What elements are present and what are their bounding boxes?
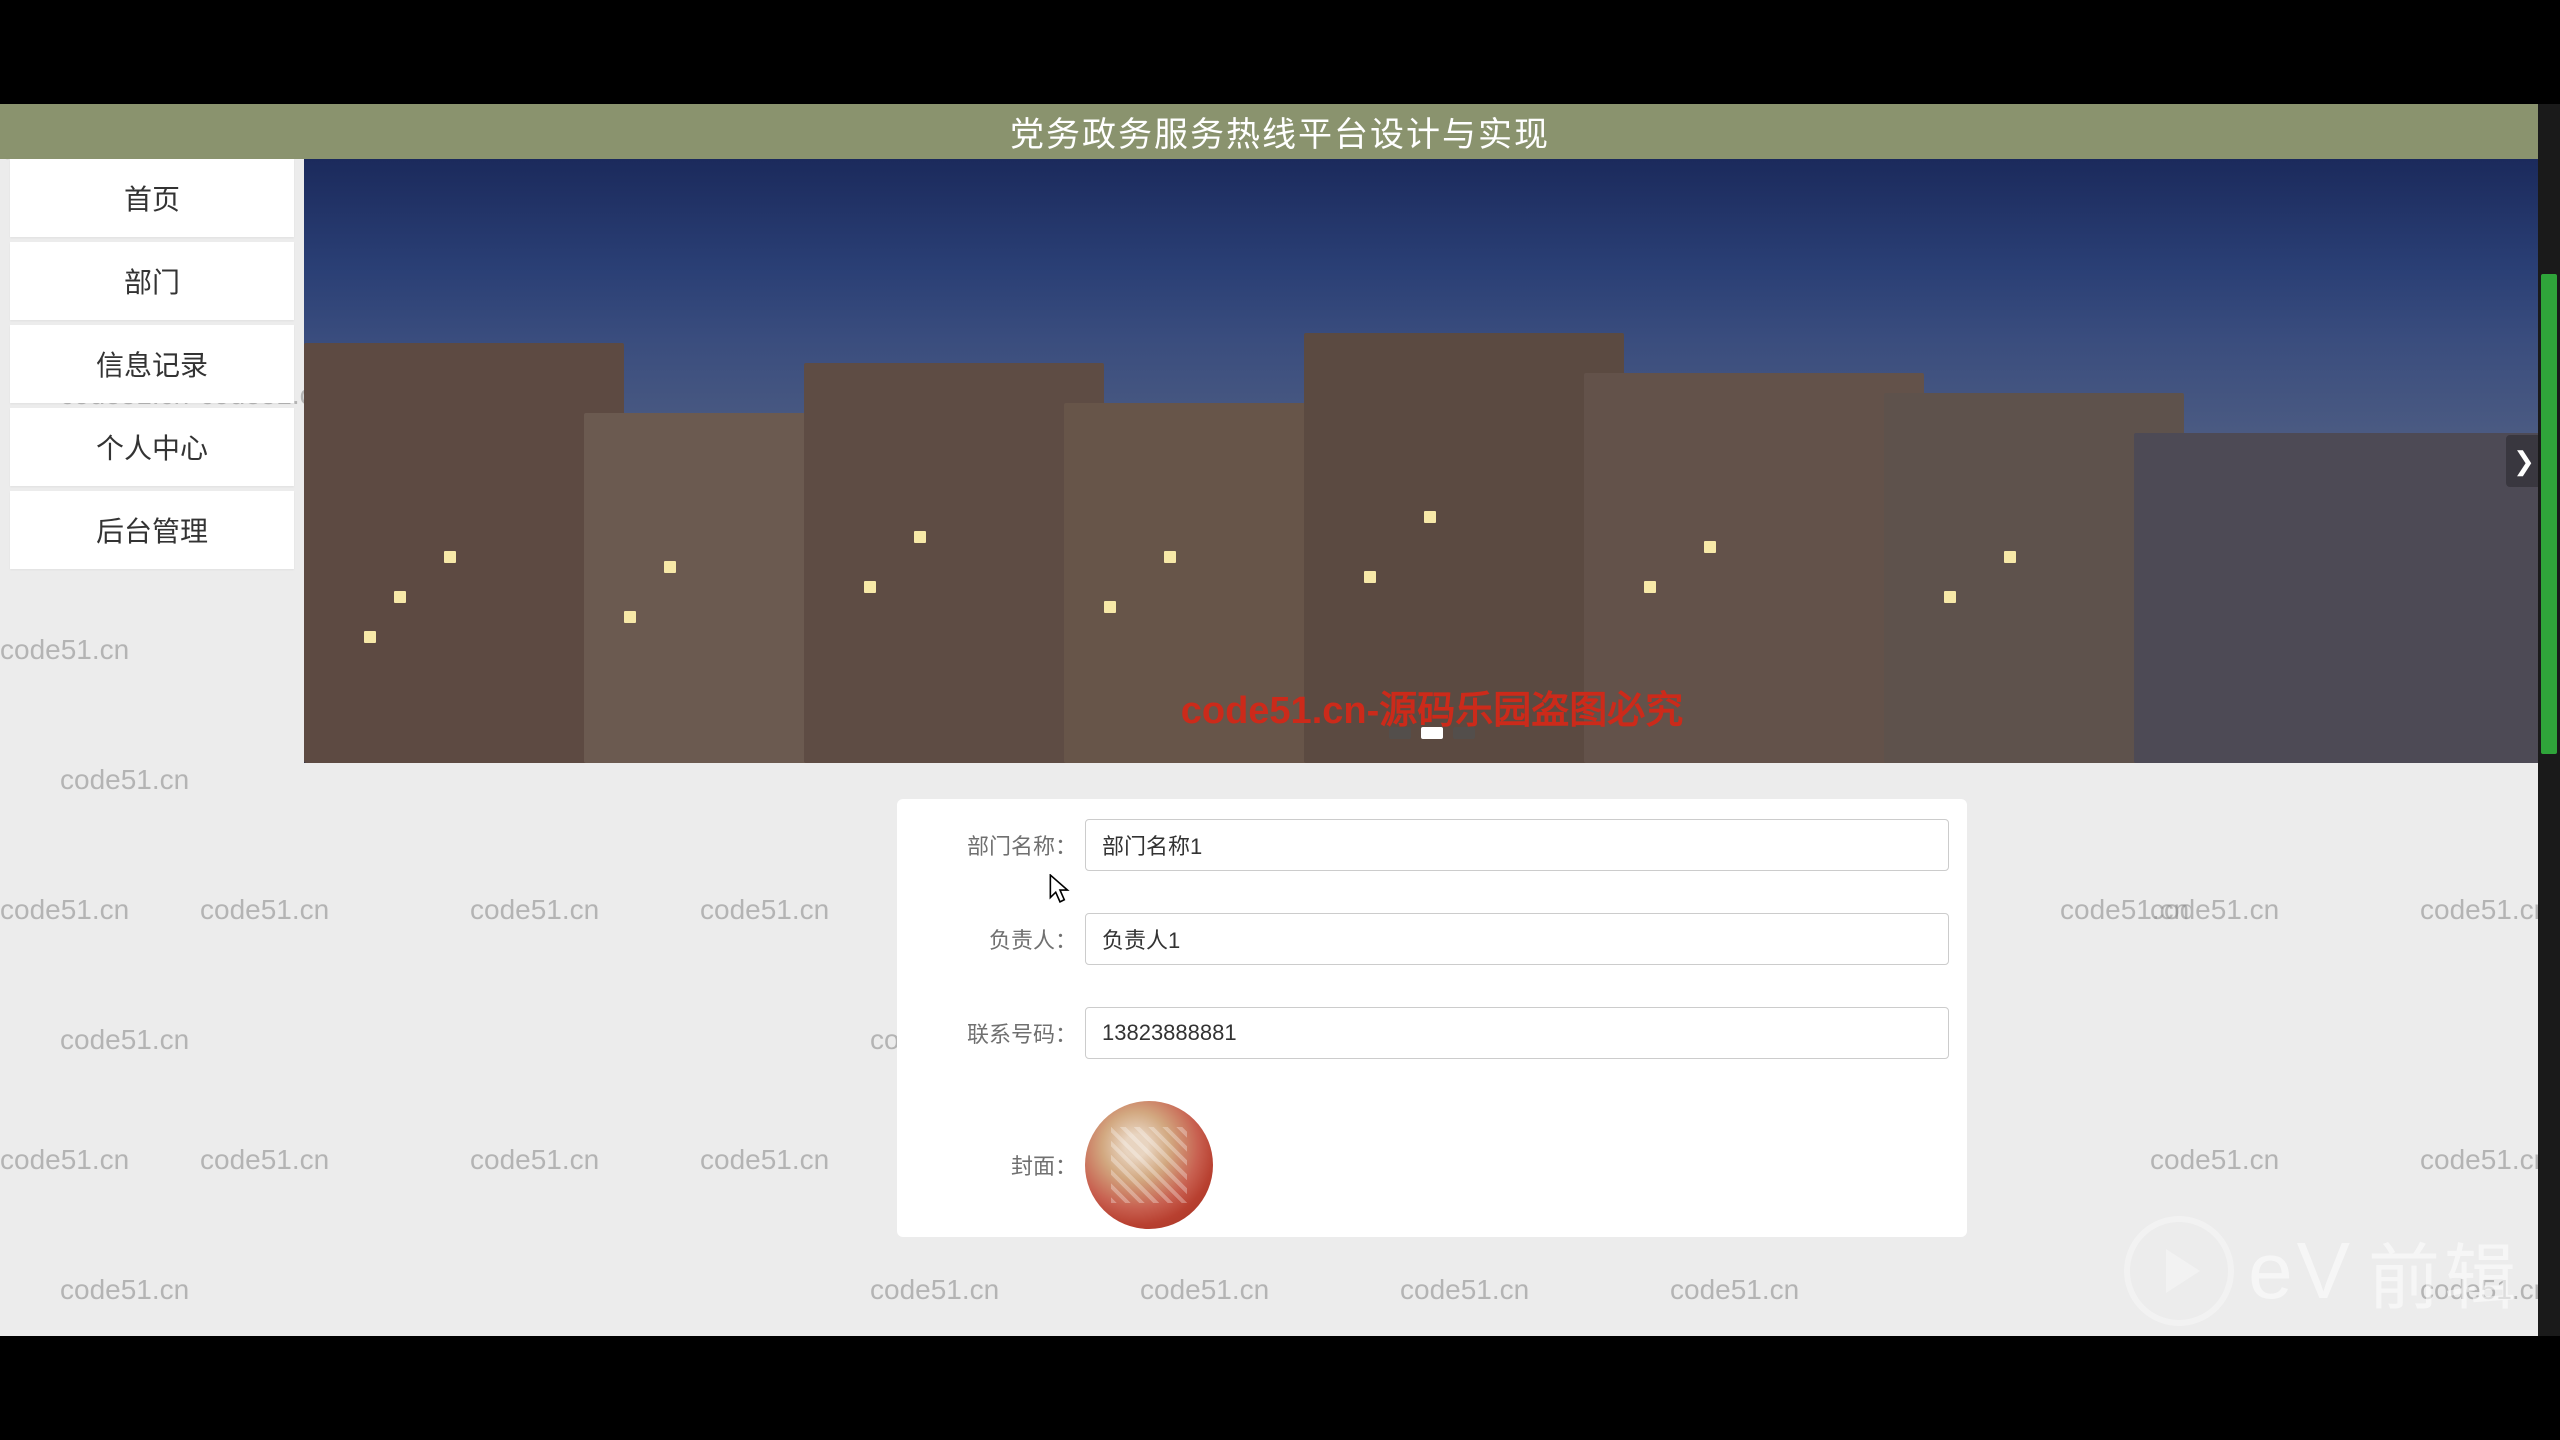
sidebar: 首页 部门 信息记录 个人中心 后台管理 bbox=[0, 159, 304, 1237]
carousel-dot-1[interactable] bbox=[1421, 727, 1443, 739]
carousel-dot-2[interactable] bbox=[1453, 727, 1475, 739]
scrollbar[interactable] bbox=[2538, 104, 2560, 1336]
sidebar-item-label: 首页 bbox=[124, 178, 180, 218]
cover-thumbnail[interactable] bbox=[1085, 1101, 1213, 1229]
sidebar-item-profile[interactable]: 个人中心 bbox=[10, 408, 294, 486]
dept-form-card: 部门名称： 负责人： 联系号码： 封面： bbox=[897, 799, 1967, 1237]
phone-input[interactable] bbox=[1085, 1007, 1949, 1059]
cover-label: 封面： bbox=[915, 1101, 1085, 1181]
sidebar-item-label: 信息记录 bbox=[96, 344, 208, 384]
sidebar-item-dept[interactable]: 部门 bbox=[10, 242, 294, 320]
sidebar-item-admin[interactable]: 后台管理 bbox=[10, 491, 294, 569]
sidebar-item-label: 部门 bbox=[124, 261, 180, 301]
chevron-right-icon: ❯ bbox=[2513, 446, 2535, 477]
dept-name-label: 部门名称： bbox=[915, 829, 1085, 861]
hero-banner: code51.cn-源码乐园盗图必究 ❯ bbox=[304, 159, 2560, 763]
scrollbar-thumb[interactable] bbox=[2541, 274, 2557, 754]
carousel-dot-0[interactable] bbox=[1389, 727, 1411, 739]
sidebar-item-label: 后台管理 bbox=[96, 510, 208, 550]
sidebar-item-records[interactable]: 信息记录 bbox=[10, 325, 294, 403]
banner-caption: code51.cn-源码乐园盗图必究 bbox=[1181, 679, 1684, 734]
owner-input[interactable] bbox=[1085, 913, 1949, 965]
phone-label: 联系号码： bbox=[915, 1017, 1085, 1049]
app-header: 党务政务服务热线平台设计与实现 bbox=[0, 104, 2560, 159]
sidebar-item-home[interactable]: 首页 bbox=[10, 159, 294, 237]
sidebar-item-label: 个人中心 bbox=[96, 427, 208, 467]
main-content: code51.cn-源码乐园盗图必究 ❯ 部门名称： 负责人： bbox=[304, 159, 2560, 1237]
carousel-next-button[interactable]: ❯ bbox=[2506, 435, 2542, 487]
owner-label: 负责人： bbox=[915, 923, 1085, 955]
carousel-dots bbox=[1389, 727, 1475, 739]
app-title: 党务政务服务热线平台设计与实现 bbox=[1010, 107, 1550, 156]
dept-name-input[interactable] bbox=[1085, 819, 1949, 871]
